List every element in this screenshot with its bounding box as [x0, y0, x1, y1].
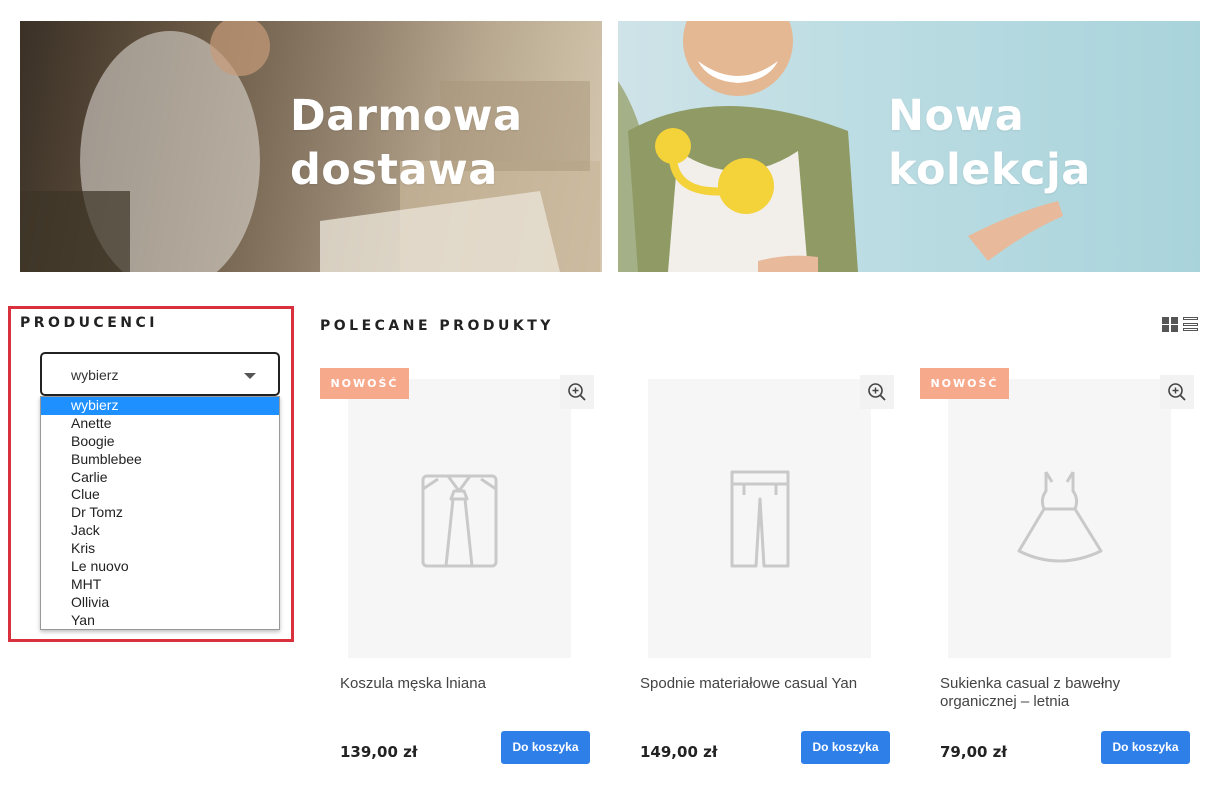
producer-option-bumblebee[interactable]: Bumblebee	[41, 451, 279, 469]
product-card: NOWOŚĆ Koszula męska lniana 139,00 zł Do…	[320, 368, 595, 778]
dress-icon	[1017, 471, 1103, 563]
zoom-button[interactable]	[1160, 375, 1194, 409]
list-view-icon[interactable]	[1183, 317, 1199, 332]
banner-title-line1: Nowa	[888, 91, 1025, 141]
producers-title: PRODUCENCI	[20, 315, 158, 331]
view-toggle	[1162, 317, 1200, 333]
banner-title-line2: kolekcja	[888, 145, 1091, 195]
producer-option-boogie[interactable]: Boogie	[41, 433, 279, 451]
zoom-in-icon	[868, 383, 886, 401]
product-name[interactable]: Spodnie materiałowe casual Yan	[640, 675, 880, 693]
banner-free-delivery[interactable]: Darmowa dostawa	[20, 21, 602, 272]
producer-option-wybierz[interactable]: wybierz	[41, 397, 279, 415]
new-badge: NOWOŚĆ	[320, 368, 409, 399]
banner-new-collection[interactable]: Nowa kolekcja	[618, 21, 1200, 272]
add-to-cart-button[interactable]: Do koszyka	[801, 731, 890, 764]
producer-option-le-nuovo[interactable]: Le nuovo	[41, 558, 279, 576]
product-name[interactable]: Koszula męska lniana	[340, 675, 580, 693]
producer-option-dr-tomz[interactable]: Dr Tomz	[41, 504, 279, 522]
producer-option-mht[interactable]: MHT	[41, 576, 279, 594]
producer-option-jack[interactable]: Jack	[41, 522, 279, 540]
producer-select[interactable]: wybierz	[40, 352, 280, 396]
banner-title: Nowa kolekcja	[888, 89, 1091, 197]
producer-option-ollivia[interactable]: Ollivia	[41, 594, 279, 612]
product-image[interactable]	[348, 379, 571, 658]
product-price: 139,00 zł	[340, 743, 418, 761]
producer-option-anette[interactable]: Anette	[41, 415, 279, 433]
grid-view-icon[interactable]	[1162, 317, 1178, 332]
product-card: Spodnie materiałowe casual Yan 149,00 zł…	[620, 368, 895, 778]
add-to-cart-button[interactable]: Do koszyka	[501, 731, 590, 764]
zoom-in-icon	[1168, 383, 1186, 401]
producers-widget: PRODUCENCI wybierz wybierz Anette Boogie…	[8, 306, 294, 642]
product-price: 79,00 zł	[940, 743, 1007, 761]
page: Darmowa dostawa Nowa kolekcja PRODUCENCI…	[0, 0, 1230, 790]
product-price: 149,00 zł	[640, 743, 718, 761]
product-name[interactable]: Sukienka casual z bawełny organicznej – …	[940, 675, 1180, 711]
producer-select-value: wybierz	[71, 367, 119, 383]
featured-products-title: POLECANE PRODUKTY	[320, 318, 554, 334]
new-badge: NOWOŚĆ	[920, 368, 1009, 399]
zoom-button[interactable]	[560, 375, 594, 409]
producer-option-clue[interactable]: Clue	[41, 486, 279, 504]
shirt-icon	[421, 474, 498, 568]
banner-title-line1: Darmowa	[290, 91, 523, 141]
product-card: NOWOŚĆ Sukienka casual z bawełny organic…	[920, 368, 1195, 778]
producer-option-yan[interactable]: Yan	[41, 612, 279, 630]
chevron-down-icon	[244, 373, 256, 379]
banner-title-line2: dostawa	[290, 145, 498, 195]
add-to-cart-button[interactable]: Do koszyka	[1101, 731, 1190, 764]
producer-option-kris[interactable]: Kris	[41, 540, 279, 558]
zoom-button[interactable]	[860, 375, 894, 409]
product-image[interactable]	[648, 379, 871, 658]
zoom-in-icon	[568, 383, 586, 401]
banner-title: Darmowa dostawa	[290, 89, 523, 197]
trousers-icon	[730, 470, 790, 568]
producer-dropdown-list: wybierz Anette Boogie Bumblebee Carlie C…	[40, 396, 280, 630]
product-image[interactable]	[948, 379, 1171, 658]
producer-option-carlie[interactable]: Carlie	[41, 469, 279, 487]
